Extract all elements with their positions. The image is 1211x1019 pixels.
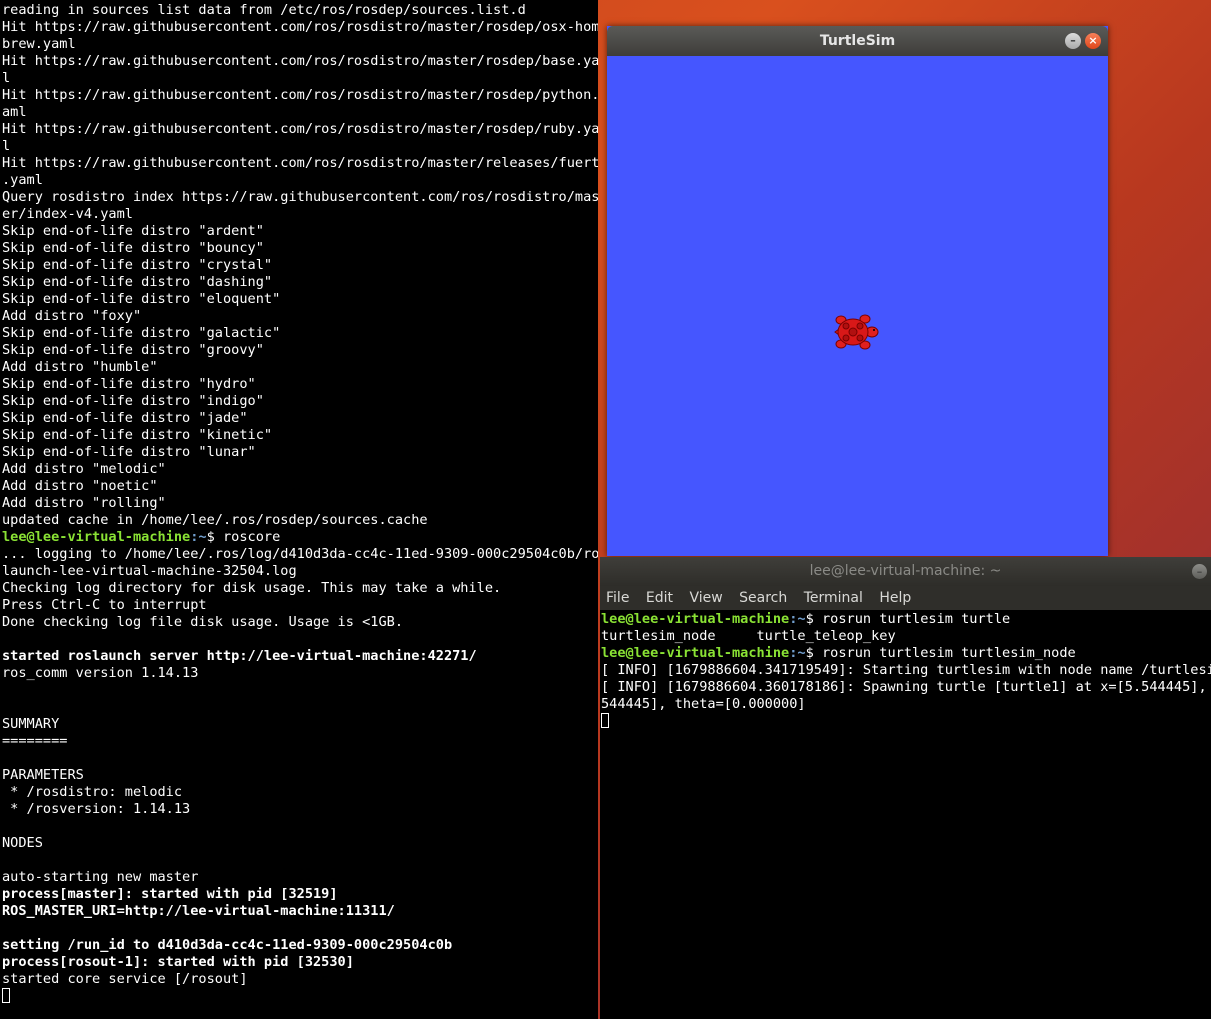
terminal-output: reading in sources list data from /etc/r… [0, 0, 598, 1005]
terminal-line: Add distro "rolling" [2, 495, 166, 511]
terminal-line: l [2, 138, 11, 154]
terminal-line: Skip end-of-life distro "dashing" [2, 274, 273, 290]
terminal-line: Skip end-of-life distro "hydro" [2, 376, 256, 392]
terminal-line: aml [2, 104, 27, 120]
terminal-line: Skip end-of-life distro "bouncy" [2, 240, 264, 256]
terminal-line: Skip end-of-life distro "kinetic" [2, 427, 273, 443]
turtlesim-window[interactable]: TurtleSim – × [607, 26, 1108, 556]
terminal-line: l [2, 70, 11, 86]
terminal-line: Hit https://raw.githubusercontent.com/ro… [2, 121, 598, 137]
terminal-titlebar[interactable]: lee@lee-virtual-machine: ~ – [600, 557, 1211, 586]
terminal-line: Done checking log file disk usage. Usage… [2, 614, 404, 630]
terminal-prompt-line: lee@lee-virtual-machine:~$ rosrun turtle… [601, 611, 1211, 628]
prompt-path: :~ [789, 645, 806, 661]
prompt-command: $ rosrun turtlesim turtle [805, 611, 1011, 627]
terminal-output: lee@lee-virtual-machine:~$ rosrun turtle… [600, 610, 1211, 730]
menu-terminal[interactable]: Terminal [804, 590, 863, 606]
prompt-path: :~ [789, 611, 806, 627]
terminal-line: Add distro "humble" [2, 359, 158, 375]
terminal-line: started roslaunch server http://lee-virt… [2, 648, 477, 664]
terminal-line: Add distro "foxy" [2, 308, 142, 324]
turtlesim-canvas [607, 56, 1108, 556]
menu-help[interactable]: Help [879, 590, 911, 606]
terminal-line: process[rosout-1]: started with pid [325… [2, 954, 354, 970]
terminal-prompt-line: lee@lee-virtual-machine:~$ rosrun turtle… [601, 645, 1211, 662]
terminal-cursor [601, 713, 609, 728]
terminal-line: .yaml [2, 172, 43, 188]
roscore-terminal[interactable]: reading in sources list data from /etc/r… [0, 0, 598, 1019]
terminal-line: launch-lee-virtual-machine-32504.log [2, 563, 297, 579]
terminal-line: Skip end-of-life distro "crystal" [2, 257, 273, 273]
terminal-line: [ INFO] [1679886604.360178186]: Spawning… [601, 679, 1211, 695]
menu-view[interactable]: View [689, 590, 722, 606]
terminal-line: ROS_MASTER_URI=http://lee-virtual-machin… [2, 903, 395, 919]
prompt-user: lee@lee-virtual-machine [601, 645, 790, 661]
menu-file[interactable]: File [606, 590, 629, 606]
terminal-line: reading in sources list data from /etc/r… [2, 2, 526, 18]
terminal-line: updated cache in /home/lee/.ros/rosdep/s… [2, 512, 428, 528]
prompt-command: $ roscore [206, 529, 281, 545]
terminal-line: Hit https://raw.githubusercontent.com/ro… [2, 155, 598, 171]
terminal-line: Checking log directory for disk usage. T… [2, 580, 502, 596]
terminal-line: setting /run_id to d410d3da-cc4c-11ed-93… [2, 937, 453, 953]
close-button[interactable]: × [1085, 33, 1101, 49]
prompt-user: lee@lee-virtual-machine [2, 529, 191, 545]
minimize-button[interactable]: – [1065, 33, 1081, 49]
terminal-line: er/index-v4.yaml [2, 206, 133, 222]
terminal-line: brew.yaml [2, 36, 76, 52]
terminal-line: auto-starting new master [2, 869, 199, 885]
prompt-command: $ rosrun turtlesim turtlesim_node [805, 645, 1076, 661]
menu-edit[interactable]: Edit [646, 590, 673, 606]
menu-search[interactable]: Search [739, 590, 787, 606]
terminal-line: Skip end-of-life distro "ardent" [2, 223, 264, 239]
terminal-line: Hit https://raw.githubusercontent.com/ro… [2, 87, 598, 103]
terminal-line: NODES [2, 835, 43, 851]
terminal-line: started core service [/rosout] [2, 971, 248, 987]
terminal-line: * /rosversion: 1.14.13 [2, 801, 191, 817]
terminal-line: SUMMARY [2, 716, 60, 732]
terminal-cursor-line [601, 713, 1211, 730]
terminal-line: Skip end-of-life distro "jade" [2, 410, 248, 426]
terminal-line: PARAMETERS [2, 767, 84, 783]
terminal-line: process[master]: started with pid [32519… [2, 886, 338, 902]
terminal-line: [ INFO] [1679886604.341719549]: Starting… [601, 662, 1211, 678]
terminal-line: ======== [2, 733, 68, 749]
terminal-line: ... logging to /home/lee/.ros/log/d410d3… [2, 546, 598, 562]
terminal-line: Skip end-of-life distro "groovy" [2, 342, 264, 358]
terminal-line: Add distro "noetic" [2, 478, 158, 494]
terminal-line: Skip end-of-life distro "lunar" [2, 444, 256, 460]
terminal-cursor [2, 988, 10, 1003]
turtle-icon [834, 314, 879, 350]
window-title: TurtleSim [819, 33, 896, 49]
terminal-line: ros_comm version 1.14.13 [2, 665, 199, 681]
terminal-line: Skip end-of-life distro "galactic" [2, 325, 281, 341]
terminal-cursor-line [2, 988, 598, 1005]
terminal-line: Hit https://raw.githubusercontent.com/ro… [2, 19, 598, 35]
terminal-prompt-line: lee@lee-virtual-machine:~$ roscore [2, 529, 598, 546]
minimize-button[interactable]: – [1192, 564, 1207, 579]
terminal-title: lee@lee-virtual-machine: ~ [809, 563, 1002, 579]
terminal-line: Skip end-of-life distro "indigo" [2, 393, 264, 409]
terminal-line: 544445], theta=[0.000000] [601, 696, 806, 712]
terminal-line: Hit https://raw.githubusercontent.com/ro… [2, 53, 598, 69]
rosrun-terminal[interactable]: lee@lee-virtual-machine: ~ – File Edit V… [600, 557, 1211, 1019]
terminal-line: Query rosdistro index https://raw.github… [2, 189, 598, 205]
terminal-line: turtlesim_node turtle_teleop_key [601, 628, 896, 644]
terminal-line: Add distro "melodic" [2, 461, 166, 477]
terminal-line: * /rosdistro: melodic [2, 784, 183, 800]
turtlesim-titlebar[interactable]: TurtleSim – × [607, 26, 1108, 56]
terminal-line: Press Ctrl-C to interrupt [2, 597, 207, 613]
terminal-menubar: File Edit View Search Terminal Help [600, 586, 1211, 610]
terminal-line: Skip end-of-life distro "eloquent" [2, 291, 281, 307]
prompt-path: :~ [190, 529, 207, 545]
prompt-user: lee@lee-virtual-machine [601, 611, 790, 627]
